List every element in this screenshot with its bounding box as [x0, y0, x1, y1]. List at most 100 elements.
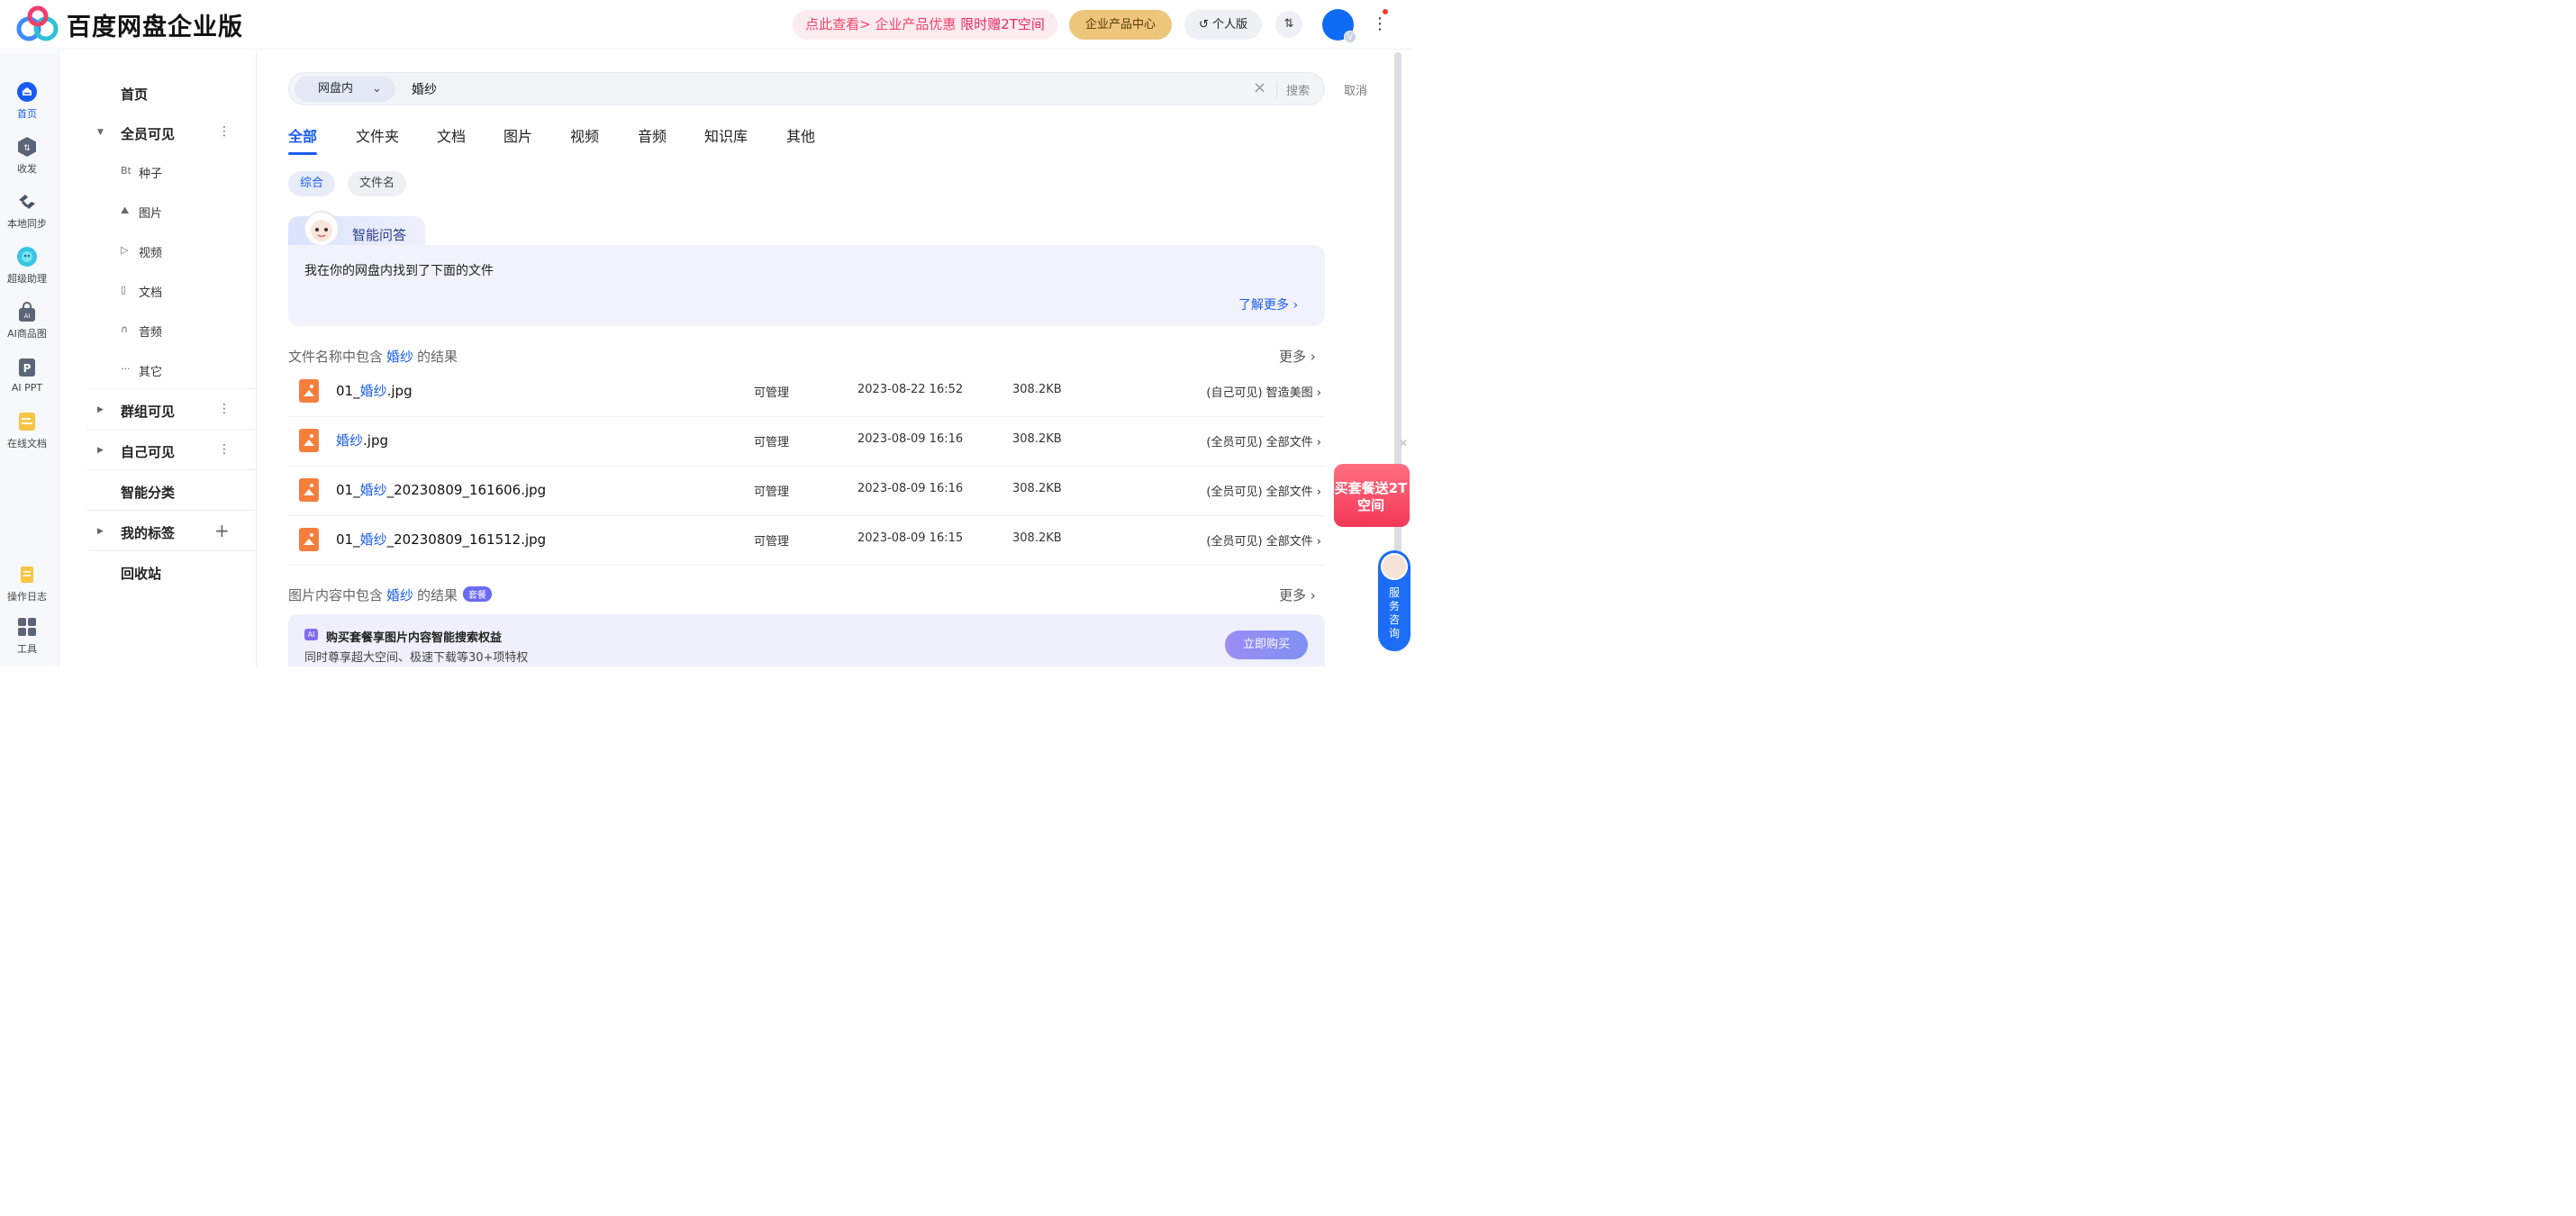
tree-sublabel: 文档: [139, 286, 163, 300]
file-name[interactable]: 婚纱.jpg: [336, 431, 388, 449]
tree-item-recycle-bin[interactable]: 回收站: [59, 557, 257, 589]
rail-tools[interactable]: 工具: [0, 616, 54, 656]
transfer-list-icon[interactable]: ⇅: [1275, 11, 1302, 38]
rail-operation-log[interactable]: 操作日志: [0, 564, 54, 603]
baidu-netdisk-logo-icon[interactable]: [16, 5, 59, 41]
tree-subitem-other[interactable]: ··· 其它: [59, 353, 257, 386]
filter-comprehensive[interactable]: 综合: [288, 171, 336, 196]
more-options-icon[interactable]: ⋮: [218, 124, 231, 139]
package-badge: 套餐: [463, 586, 493, 602]
file-row[interactable]: 婚纱.jpg 可管理 2023-08-09 16:16 308.2KB (全员可…: [288, 417, 1325, 467]
search-scope-dropdown[interactable]: 网盘内 ⌄: [295, 77, 395, 102]
file-row[interactable]: 01_婚纱.jpg 可管理 2023-08-22 16:52 308.2KB (…: [288, 368, 1325, 417]
add-tag-icon[interactable]: +: [214, 520, 230, 541]
clear-search-icon[interactable]: ×: [1253, 78, 1266, 97]
verified-badge-icon: V: [1344, 31, 1356, 43]
tree-item-home[interactable]: 首页: [59, 77, 257, 110]
upsell-subtitle: 同时尊享超大空间、极速下载等30+项特权: [304, 651, 529, 665]
smart-qa-answer: 我在你的网盘内找到了下面的文件: [304, 264, 494, 278]
rail-ai-ppt[interactable]: P AI PPT: [0, 357, 54, 394]
file-row[interactable]: 01_婚纱_20230809_161512.jpg 可管理 2023-08-09…: [288, 516, 1325, 566]
tree-subitem-docs[interactable]: ▯ 文档: [59, 274, 257, 306]
divider: [86, 510, 256, 511]
tab-folders[interactable]: 文件夹: [356, 124, 399, 146]
rail-label: 首页: [17, 108, 37, 120]
rail-ai-product-image[interactable]: AI AI商品图: [0, 301, 54, 340]
ellipsis-icon: ···: [121, 363, 131, 375]
rail-local-sync[interactable]: 本地同步: [0, 191, 54, 231]
upsell-banner: AI 购买套餐享图片内容智能搜索权益 同时尊享超大空间、极速下载等30+项特权 …: [288, 614, 1325, 667]
file-name[interactable]: 01_婚纱_20230809_161606.jpg: [336, 480, 546, 499]
rail-label: 收发: [17, 163, 37, 175]
rail-label: 超级助理: [7, 273, 47, 285]
more-image-results-link[interactable]: 更多 ›: [1279, 585, 1316, 604]
customer-service-widget[interactable]: 服务咨询: [1378, 550, 1410, 651]
tree-item-my-tags[interactable]: ▶ 我的标签 +: [59, 516, 257, 549]
close-gift-icon[interactable]: ✕: [1399, 437, 1408, 449]
caret-right-icon[interactable]: ▶: [97, 405, 104, 414]
image-file-icon: [299, 429, 319, 452]
more-options-icon[interactable]: ⋮: [218, 402, 231, 416]
tab-audio[interactable]: 音频: [638, 124, 667, 146]
heading-keyword: 婚纱: [386, 587, 414, 603]
tree-item-smart-category[interactable]: 智能分类: [59, 476, 257, 508]
tree-item-self-visible[interactable]: ▶ 自己可见 ⋮: [59, 435, 257, 467]
search-input[interactable]: 婚纱: [412, 80, 437, 98]
tab-images[interactable]: 图片: [503, 124, 532, 146]
file-row[interactable]: 01_婚纱_20230809_161606.jpg 可管理 2023-08-09…: [288, 467, 1325, 516]
file-location-link[interactable]: (全员可见) 全部文件 ›: [1206, 482, 1321, 499]
svg-text:AI: AI: [24, 313, 31, 320]
search-bar: 网盘内 ⌄ 婚纱 × 搜索: [288, 72, 1325, 105]
rail-transfer[interactable]: ⇅ 收发: [0, 136, 54, 176]
tree-subitem-torrent[interactable]: Bt 种子: [59, 155, 257, 187]
tree-item-group-visible[interactable]: ▶ 群组可见 ⋮: [59, 395, 257, 427]
divider: [86, 550, 256, 551]
tab-documents[interactable]: 文档: [437, 124, 466, 146]
filter-filename[interactable]: 文件名: [348, 171, 407, 196]
tree-subitem-video[interactable]: ▷ 视频: [59, 234, 257, 267]
tree-subitem-images[interactable]: ⛰ 图片: [59, 195, 257, 227]
learn-more-link[interactable]: 了解更多 ›: [1238, 295, 1298, 313]
tree-item-all-visible[interactable]: ▼ 全员可见 ⋮: [59, 117, 257, 150]
file-name[interactable]: 01_婚纱_20230809_161512.jpg: [336, 530, 546, 549]
personal-edition-button[interactable]: ↺ 个人版: [1184, 10, 1262, 40]
more-menu-icon[interactable]: ⋮: [1372, 13, 1388, 36]
tab-knowledge-base[interactable]: 知识库: [704, 124, 748, 146]
rail-super-assistant[interactable]: 超级助理: [0, 246, 54, 286]
doc-icon: [19, 413, 35, 431]
rail-online-docs[interactable]: 在线文档: [0, 411, 54, 450]
tab-other[interactable]: 其他: [786, 124, 815, 146]
tree-label: 智能分类: [121, 485, 176, 501]
image-file-icon: [299, 379, 319, 403]
top-header: 百度网盘企业版 点此查看> 企业产品优惠 限时赠2T空间 企业产品中心 ↺ 个人…: [0, 0, 1412, 50]
file-name[interactable]: 01_婚纱.jpg: [336, 381, 413, 400]
log-icon: [21, 567, 33, 583]
heading-suffix: 的结果: [417, 349, 458, 365]
tab-videos[interactable]: 视频: [570, 124, 599, 146]
rail-home[interactable]: 首页: [0, 81, 54, 121]
apps-icon: [18, 618, 36, 636]
caret-right-icon[interactable]: ▶: [97, 527, 104, 536]
tree-subitem-audio[interactable]: ∩ 音频: [59, 313, 257, 346]
scope-label: 网盘内: [318, 82, 354, 95]
buy-package-gift-widget[interactable]: 买套餐送2T空间: [1332, 455, 1410, 527]
more-options-icon[interactable]: ⋮: [218, 442, 231, 457]
enterprise-center-button[interactable]: 企业产品中心: [1069, 10, 1172, 40]
tree-sublabel: 视频: [139, 247, 163, 260]
search-button[interactable]: 搜索: [1276, 81, 1310, 98]
user-avatar[interactable]: V: [1322, 9, 1356, 43]
promo-highlight: 限时赠2T空间: [960, 16, 1045, 32]
cancel-search-button[interactable]: 取消: [1344, 81, 1367, 98]
promo-banner[interactable]: 点此查看> 企业产品优惠 限时赠2T空间: [793, 10, 1057, 40]
mascot-icon: [304, 211, 340, 247]
caret-right-icon[interactable]: ▶: [97, 446, 104, 455]
file-location-link[interactable]: (全员可见) 全部文件 ›: [1206, 432, 1321, 449]
caret-down-icon[interactable]: ▼: [97, 128, 104, 137]
tab-all[interactable]: 全部: [288, 124, 318, 155]
headphones-icon: ∩: [121, 323, 129, 335]
more-filename-results-link[interactable]: 更多 ›: [1279, 347, 1316, 366]
file-location-link[interactable]: (全员可见) 全部文件 ›: [1206, 531, 1321, 549]
buy-now-button[interactable]: 立即购买: [1225, 631, 1308, 659]
image-file-icon: [299, 528, 319, 551]
file-location-link[interactable]: (自己可见) 智造美图 ›: [1206, 383, 1321, 400]
